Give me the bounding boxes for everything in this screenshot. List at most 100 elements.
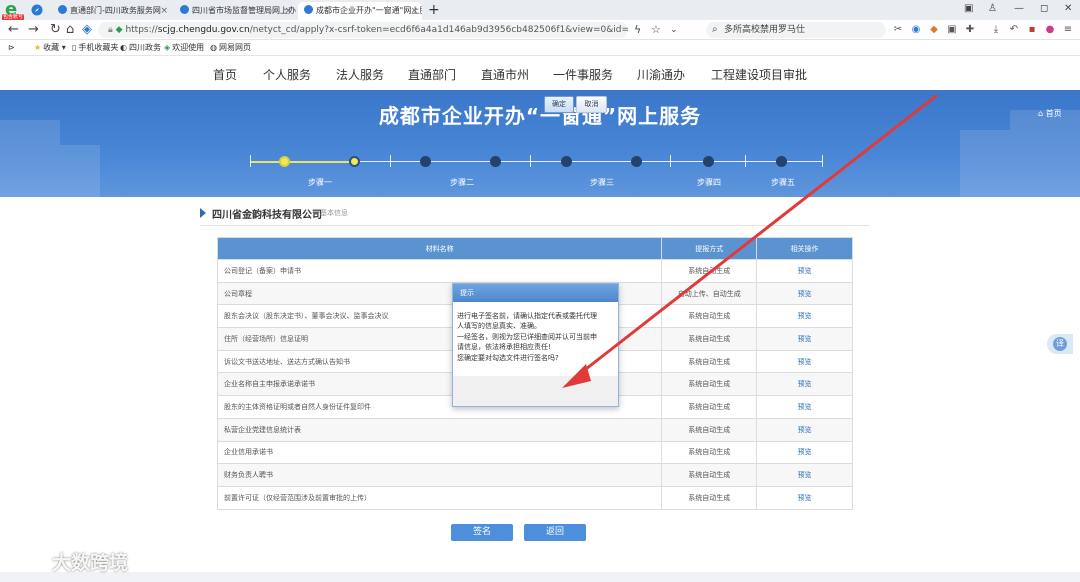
search-text: 多所高校禁用罗马仕 [724, 25, 806, 35]
download-icon[interactable]: ⤓ [990, 23, 1002, 36]
back-button[interactable]: 返回 [524, 524, 586, 541]
menu-icon[interactable]: ≡ [1062, 23, 1074, 36]
dropdown-icon[interactable]: ⌄ [670, 22, 678, 38]
lock-icon: 🔒︎ [108, 25, 116, 35]
dialog-line: 一经签名，则视为您已详细查阅并认可当前申 [457, 332, 597, 341]
preview-link[interactable]: 预览 [756, 281, 853, 306]
preview-link[interactable]: 预览 [756, 372, 853, 397]
maximize-icon[interactable]: ◻ [1040, 3, 1048, 14]
nav-home[interactable]: 首页 [213, 66, 237, 83]
preview-link[interactable]: 预览 [756, 327, 853, 351]
nav-chuanyu[interactable]: 川渝通办 [637, 66, 685, 83]
extension-b-icon[interactable]: ◆ [928, 23, 940, 36]
window-close-icon[interactable]: ✕ [1064, 3, 1072, 14]
back-icon[interactable]: ← [8, 22, 19, 38]
banner-home-link[interactable]: ⌂ 首页 [1038, 108, 1062, 119]
preview-link[interactable]: 预览 [756, 440, 853, 465]
nav-cities[interactable]: 直通市州 [481, 66, 529, 83]
browser-tab-bar: e 包含账号 直通部门-四川政务服务网 × 四川省市场监督管理局网上办事 × 成… [0, 0, 1080, 21]
preview-link[interactable]: 预览 [756, 395, 853, 419]
submit-method: 系统自动生成 [661, 395, 758, 419]
tab-2[interactable]: 四川省市场监督管理局网上办事 × [174, 2, 296, 20]
submit-method: 系统自动生成 [661, 304, 758, 329]
nav-personal[interactable]: 个人服务 [263, 66, 311, 83]
step-label-3: 步骤三 [590, 178, 614, 187]
puzzle-icon[interactable]: ✚ [964, 23, 976, 36]
step-tick [745, 155, 746, 167]
submit-method: 系统自动生成 [661, 259, 758, 283]
extension-c-icon[interactable]: ▣ [946, 23, 958, 36]
material-name: 财务负责人聘书 [216, 463, 663, 487]
step-label-2: 步骤二 [450, 178, 474, 187]
dialog-footer [453, 376, 618, 406]
step-dot [776, 156, 787, 167]
confirm-button[interactable]: 确定 [544, 96, 574, 113]
watermark-text: 大数跨境 [52, 552, 129, 574]
url-input[interactable]: 🔒︎ ◆ https://scjg.chengdu.gov.cn/netyct_… [98, 22, 628, 38]
tab-1[interactable]: 直通部门-四川政务服务网 × [52, 2, 172, 20]
forward-icon[interactable]: → [28, 22, 39, 38]
step-label-4: 步骤四 [697, 178, 721, 187]
home-link-label: 首页 [1045, 109, 1062, 118]
preview-link[interactable]: 预览 [756, 485, 853, 510]
browser-logo[interactable]: e 包含账号 [2, 0, 24, 21]
preview-link[interactable]: 预览 [756, 259, 853, 283]
bookmark-netease[interactable]: ◍ 网易网页 [210, 40, 251, 56]
preview-link[interactable]: 预览 [756, 417, 853, 442]
new-tab-button[interactable]: + [428, 1, 440, 19]
step-dot [420, 156, 431, 167]
dialog-line: 请信息，依法将承担相应责任! [457, 343, 551, 352]
compass-icon[interactable] [31, 4, 43, 16]
tab-favicon-icon [180, 5, 189, 14]
close-icon[interactable]: × [410, 2, 418, 20]
step-tick [822, 155, 823, 167]
step-dot [631, 156, 642, 167]
search-input[interactable]: ⌕ 多所高校禁用罗马仕 [706, 22, 886, 38]
submit-method: 系统自动生成 [661, 485, 758, 510]
dialog-message: 进行电子签名前，请确认指定代表或委托代理 人填写的信息真实、准确。 一经签名，则… [457, 311, 615, 363]
lightning-icon[interactable]: ϟ [634, 22, 641, 38]
nav-one-thing[interactable]: 一件事服务 [553, 66, 613, 83]
undo-icon[interactable]: ↶ [1008, 23, 1020, 36]
sign-button[interactable]: 签名 [451, 524, 513, 541]
address-bar: ← → ↻ ⌂ ◈ 🔒︎ ◆ https://scjg.chengdu.gov.… [0, 20, 1080, 40]
bookmark-favorites[interactable]: ★ 收藏 ▾ [34, 40, 66, 56]
color-wheel-icon[interactable]: ● [1044, 23, 1056, 36]
folder-icon: ▯ [72, 43, 77, 52]
minimize-icon[interactable]: — [1014, 3, 1024, 14]
dialog-line: 人填写的信息真实、准确。 [457, 322, 541, 331]
cancel-button[interactable]: 取消 [576, 96, 607, 113]
close-icon[interactable]: × [160, 2, 168, 20]
translate-button[interactable]: 译 [1047, 334, 1073, 354]
bookmark-welcome[interactable]: ◈ 欢迎使用 [164, 40, 204, 56]
bookmark-label: 网易网页 [218, 43, 251, 52]
nav-corporate[interactable]: 法人服务 [336, 66, 384, 83]
table-row: 公司登记（备案）申请书 系统自动生成 预览 [216, 259, 853, 283]
tab-count-icon[interactable]: ▣ [964, 3, 973, 14]
preview-link[interactable]: 预览 [756, 304, 853, 329]
shield-icon[interactable]: ◈ [82, 22, 92, 38]
star-icon[interactable]: ☆ [651, 22, 661, 38]
table-row: 企业信用承诺书 系统自动生成 预览 [216, 440, 853, 465]
translate-icon: 译 [1053, 337, 1067, 351]
home-icon[interactable]: ⌂ [66, 22, 74, 38]
tab-1-label: 直通部门-四川政务服务网 [70, 6, 161, 15]
preview-link[interactable]: 预览 [756, 349, 853, 374]
nav-departments[interactable]: 直通部门 [408, 66, 456, 83]
nav-construction[interactable]: 工程建设项目审批 [711, 66, 807, 83]
submit-method: 自动上传、自动生成 [661, 281, 758, 306]
sidebar-toggle-icon[interactable]: ⊳ [8, 40, 15, 56]
tab-3-active[interactable]: 成都市企业开办"一窗通"网上服 × [298, 2, 422, 20]
extension-a-icon[interactable]: ◉ [910, 23, 922, 36]
submit-method: 系统自动生成 [661, 372, 758, 397]
wallet-icon[interactable]: ▪ [1026, 23, 1038, 36]
refresh-icon[interactable]: ↻ [50, 22, 61, 38]
preview-link[interactable]: 预览 [756, 463, 853, 487]
shirt-icon[interactable]: ♙ [988, 3, 997, 14]
column-header: 相关操作 [756, 237, 853, 260]
close-icon[interactable]: × [284, 2, 292, 20]
bookmark-mobile[interactable]: ▯ 手机收藏夹 [72, 40, 118, 56]
bookmark-sichuan[interactable]: ◐ 四川政务 [120, 40, 161, 56]
bookmark-label: 四川政务 [128, 43, 161, 52]
scissors-icon[interactable]: ✂ [892, 23, 904, 36]
